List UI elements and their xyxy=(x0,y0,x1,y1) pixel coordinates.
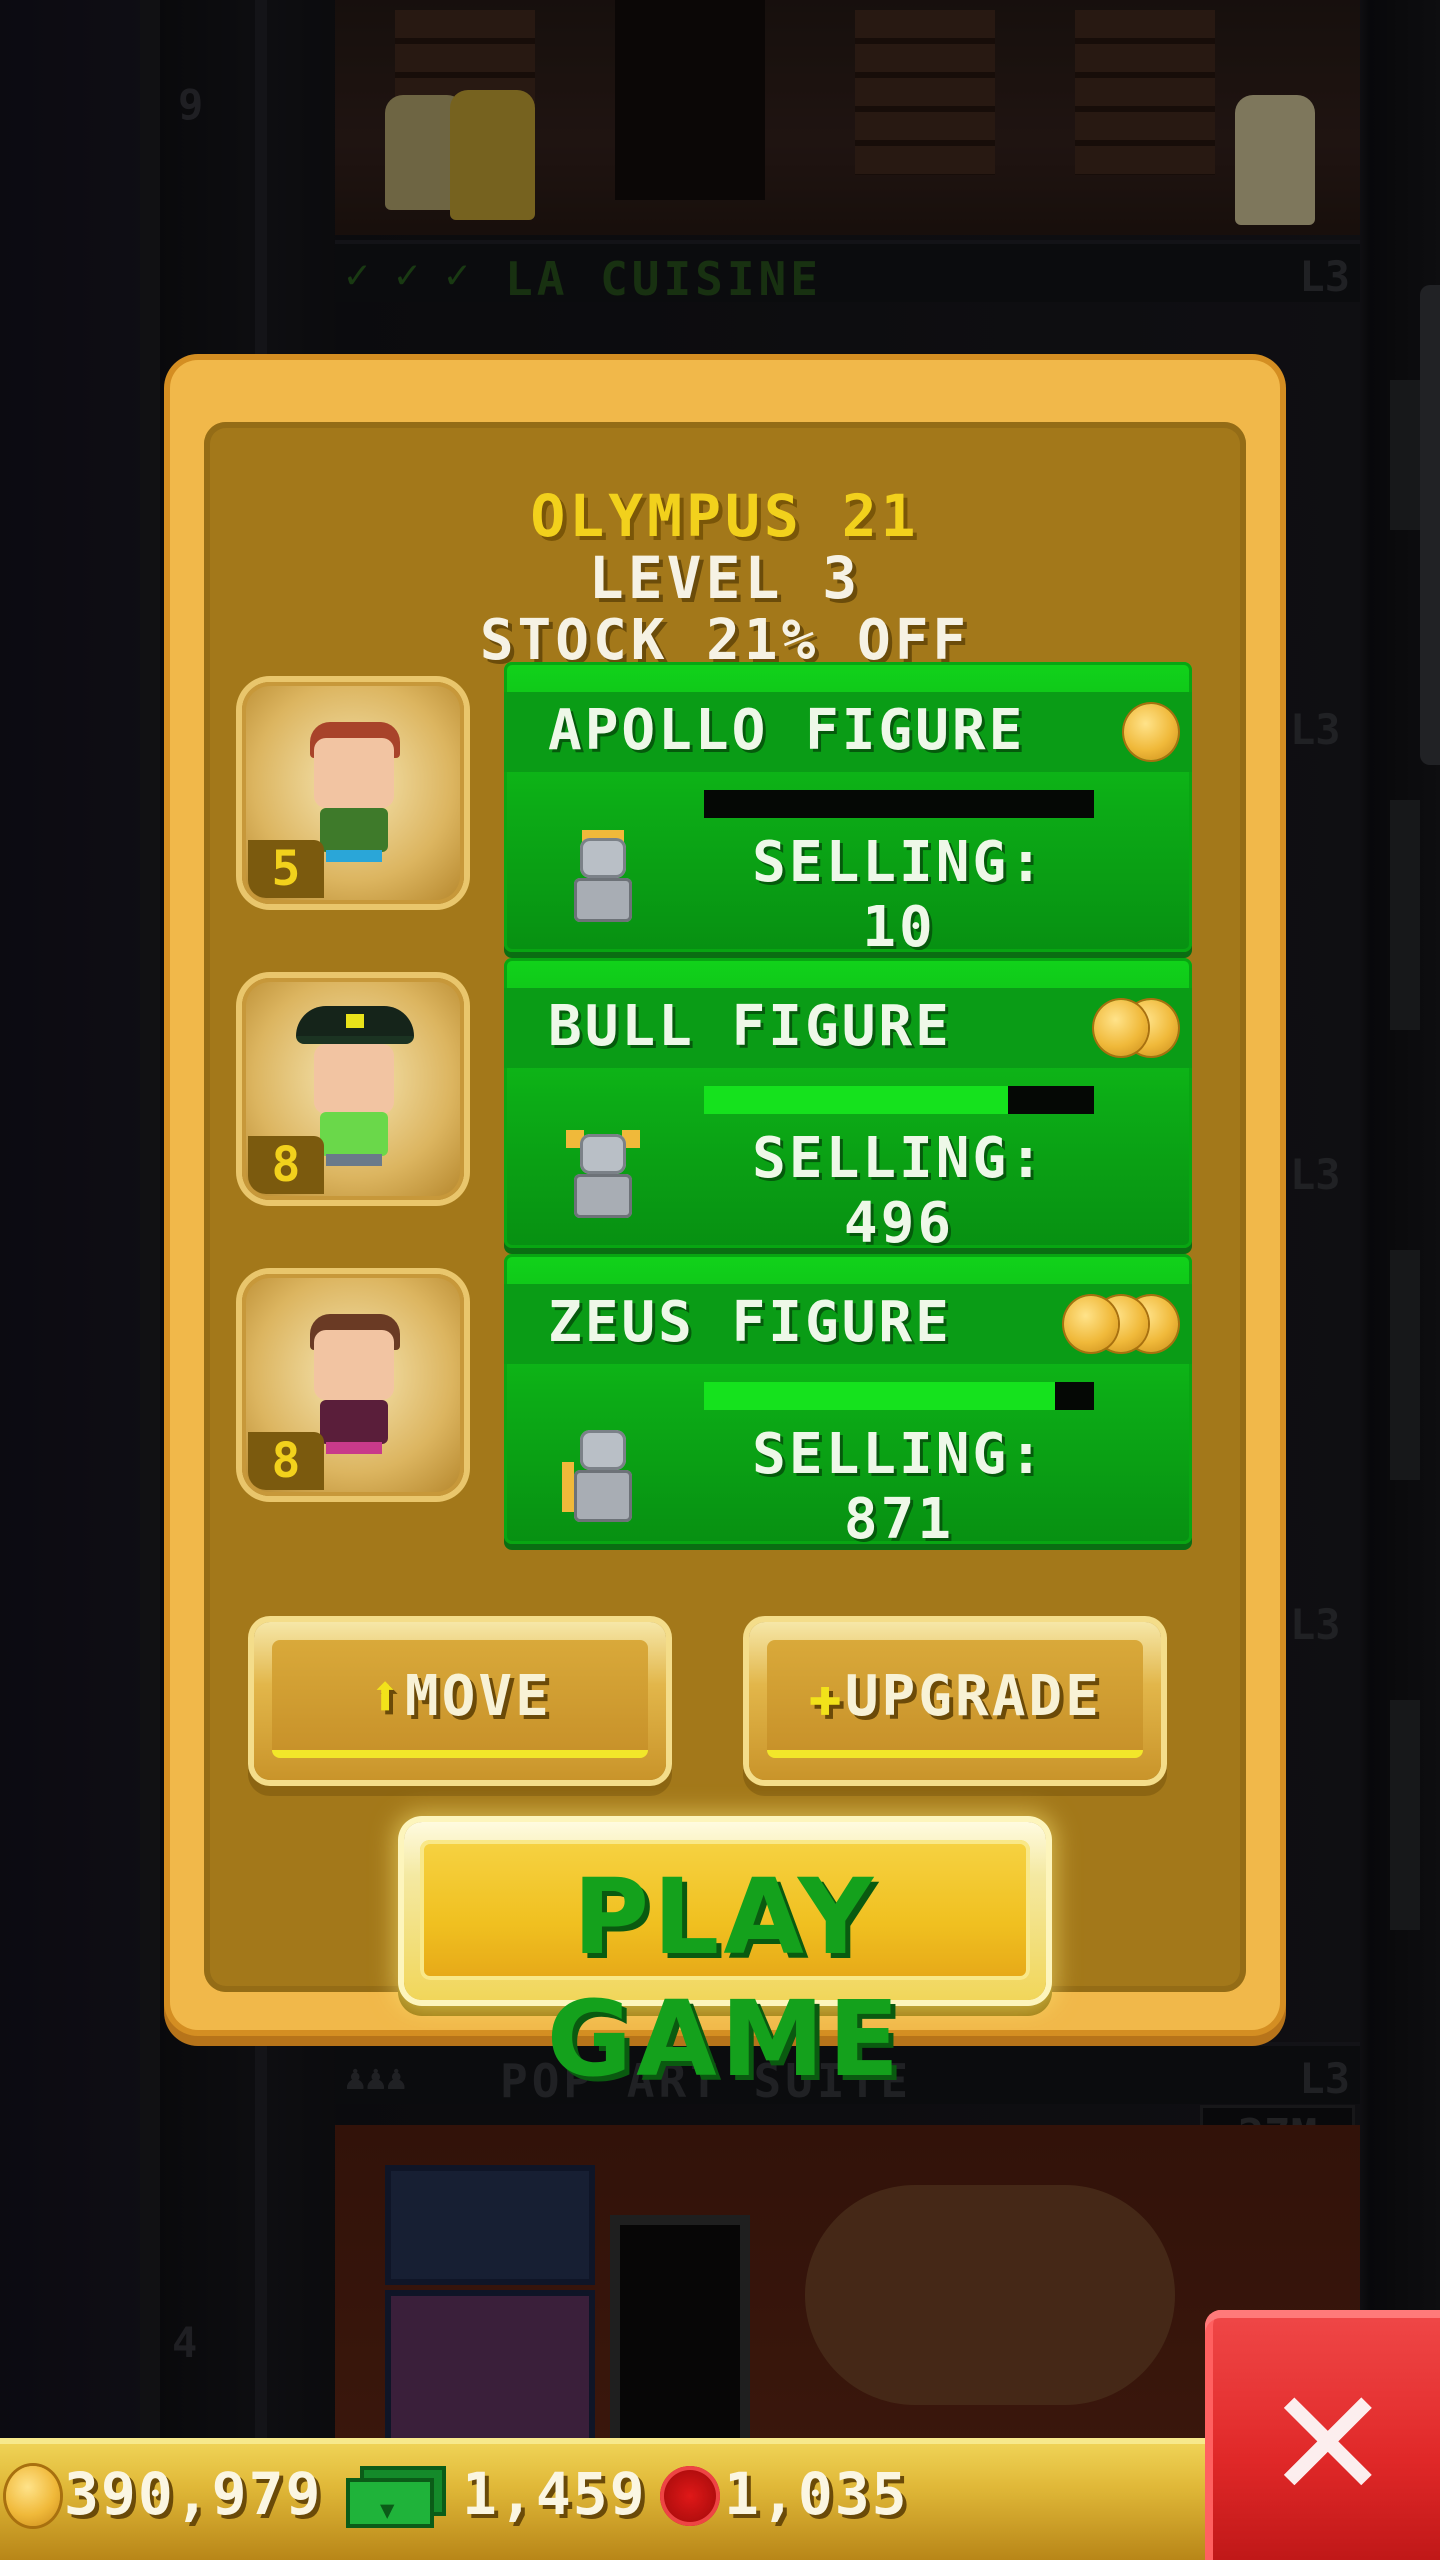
product-slot[interactable]: ZEUS FIGURE SELLING: 871 xyxy=(504,1254,1192,1544)
worker-pants xyxy=(326,850,382,862)
bux-arrow: ▼ xyxy=(380,2496,395,2524)
worker-shirt xyxy=(320,1112,388,1156)
close-icon: ✕ xyxy=(1265,2358,1391,2532)
figure-body xyxy=(574,1174,632,1218)
up-arrow-icon: ⬆ xyxy=(368,1664,405,1729)
figure-head xyxy=(580,1430,626,1470)
play-game-label: PLAY GAME xyxy=(546,1856,904,2100)
floor-title: OLYMPUS 21 xyxy=(530,482,920,550)
product-slot[interactable]: BULL FIGURE SELLING: 496 xyxy=(504,958,1192,1248)
chip-balance[interactable]: 1,035 xyxy=(724,2460,909,2528)
worker-face xyxy=(314,1330,394,1400)
worker-portrait[interactable]: 8 xyxy=(242,1274,464,1496)
worker-portrait[interactable]: 5 xyxy=(242,682,464,904)
coin-balance: 390,979 xyxy=(64,2460,323,2528)
floor-level: LEVEL 3 xyxy=(588,544,862,612)
figure-head xyxy=(580,838,626,878)
worker-shirt xyxy=(320,1400,388,1444)
move-text: MOVE xyxy=(404,1664,552,1729)
figure-body xyxy=(574,1470,632,1522)
coin-icon xyxy=(1094,1000,1148,1056)
product-slot[interactable]: APOLLO FIGURE SELLING: 10 xyxy=(504,662,1192,952)
floor-info-popup: OLYMPUS 21 LEVEL 3 STOCK 21% OFF 5 APOLL… xyxy=(170,360,1280,2100)
coin-icon xyxy=(1064,1296,1118,1352)
selling-count: SELLING: 10 xyxy=(752,830,1046,952)
apollo-figure-icon xyxy=(562,830,642,930)
move-button[interactable]: ⬆MOVE xyxy=(254,1622,666,1780)
coin-icon xyxy=(1124,704,1178,760)
bux-icon[interactable]: ▼ xyxy=(346,2466,450,2528)
selling-count: SELLING: 496 xyxy=(752,1126,1046,1248)
game-screen: 9 4 ✓ ✓ ✓ LA CUISINE L3 L3 L3 L3 ♟♟♟ POP… xyxy=(0,0,1440,2560)
zeus-figure-icon xyxy=(562,1422,642,1522)
upgrade-text: UPGRADE xyxy=(844,1664,1102,1729)
worker-pants xyxy=(326,1154,382,1166)
worker-pants xyxy=(326,1442,382,1454)
stock-bar-fill xyxy=(704,1382,1055,1410)
worker-face xyxy=(314,738,394,808)
hat-emblem xyxy=(346,1014,364,1028)
product-name: ZEUS FIGURE xyxy=(548,1290,952,1355)
upgrade-button[interactable]: ✚UPGRADE xyxy=(749,1622,1161,1780)
upgrade-label: ✚UPGRADE xyxy=(749,1664,1161,1729)
play-game-button[interactable]: PLAY GAME xyxy=(404,1822,1046,2100)
plus-icon: ✚ xyxy=(808,1664,845,1729)
figure-body xyxy=(574,878,632,922)
golden-ticket-chip-icon[interactable] xyxy=(660,2466,720,2526)
bull-figure-icon xyxy=(562,1126,642,1226)
worker-face xyxy=(314,1044,394,1114)
product-name: APOLLO FIGURE xyxy=(548,698,1026,763)
worker-level-badge: 8 xyxy=(248,1136,324,1194)
popup-panel: OLYMPUS 21 LEVEL 3 STOCK 21% OFF 5 APOLL… xyxy=(204,422,1246,2100)
currency-bar: 390,979 ▼ 1,459 1,035 xyxy=(0,2438,1210,2560)
coin-icon xyxy=(6,2466,60,2526)
move-label: ⬆MOVE xyxy=(254,1664,666,1729)
stock-bar xyxy=(704,1382,1094,1410)
figure-head xyxy=(580,1134,626,1174)
worker-shirt xyxy=(320,808,388,852)
close-button[interactable]: ✕ xyxy=(1205,2310,1440,2560)
worker-portrait[interactable]: 8 xyxy=(242,978,464,1200)
stock-bar xyxy=(704,790,1094,818)
stock-bar xyxy=(704,1086,1094,1114)
worker-level-badge: 8 xyxy=(248,1432,324,1490)
stock-bar-fill xyxy=(704,1086,1009,1114)
figure-bolt xyxy=(562,1462,574,1512)
product-name: BULL FIGURE xyxy=(548,994,952,1059)
bux-balance[interactable]: 1,459 xyxy=(462,2460,647,2528)
selling-count: SELLING: 871 xyxy=(752,1422,1046,1544)
worker-level-badge: 5 xyxy=(248,840,324,898)
